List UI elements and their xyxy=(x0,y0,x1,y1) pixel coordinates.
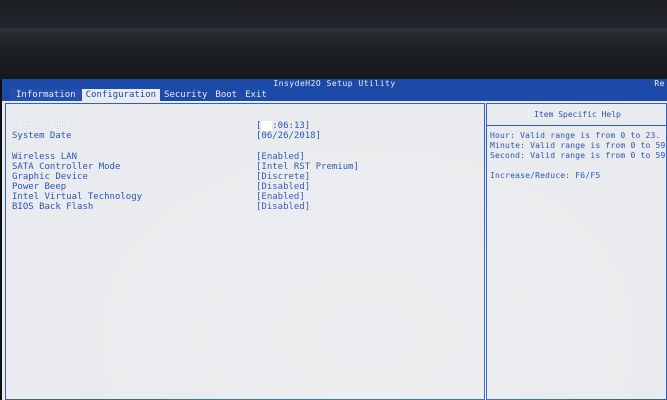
system-date-label[interactable]: System Date xyxy=(12,131,72,141)
graphic-device-label[interactable]: Graphic Device xyxy=(12,172,88,182)
help-hint: Increase/Reduce: F6/F5 xyxy=(490,171,601,180)
intel-vt-value[interactable]: [Enabled] xyxy=(256,192,305,202)
system-date-value[interactable]: [06/26/2018] xyxy=(256,131,321,141)
system-time-hour-cursor[interactable]: 22 xyxy=(261,121,273,131)
help-hour-range: Hour: Valid range is from 0 to 23. xyxy=(490,131,661,140)
tab-exit[interactable]: Exit xyxy=(241,89,271,101)
window-title: InsydeH2O Setup Utility xyxy=(273,79,396,88)
bezel-reflection xyxy=(0,28,667,44)
intel-vt-label[interactable]: Intel Virtual Technology xyxy=(12,192,142,202)
system-time-rest: :06:13] xyxy=(272,121,311,131)
monitor-bezel xyxy=(0,0,667,80)
sata-mode-label[interactable]: SATA Controller Mode xyxy=(12,162,120,172)
help-divider xyxy=(487,125,667,126)
power-beep-value[interactable]: [Disabled] xyxy=(256,182,310,192)
help-panel: Item Specific Help Hour: Valid range is … xyxy=(486,103,667,400)
help-second-range: Second: Valid range is from 0 to 59 xyxy=(490,151,666,160)
sata-mode-value[interactable]: [Intel RST Premium] xyxy=(256,162,359,172)
tab-boot[interactable]: Boot xyxy=(211,89,241,101)
bios-back-flash-value[interactable]: [Disabled] xyxy=(256,202,310,212)
title-bar: InsydeH2O Setup Utility Re xyxy=(2,79,667,89)
bios-back-flash-label[interactable]: BIOS Back Flash xyxy=(12,202,93,212)
help-minute-range: Minute: Valid range is from 0 to 59 xyxy=(490,141,666,150)
help-title: Item Specific Help xyxy=(534,110,621,119)
graphic-device-value[interactable]: [Discrete] xyxy=(256,172,310,182)
menu-bar: Information Configuration Security Boot … xyxy=(2,89,667,101)
wireless-lan-label[interactable]: Wireless LAN xyxy=(12,152,77,162)
settings-panel: System Time [22:06:13] System Date [06/2… xyxy=(5,103,485,400)
tab-security[interactable]: Security xyxy=(160,89,211,101)
power-beep-label[interactable]: Power Beep xyxy=(12,182,66,192)
system-time-label[interactable]: System Time xyxy=(12,121,72,131)
tab-information[interactable]: Information xyxy=(10,89,82,101)
title-corner-text: Re xyxy=(654,79,665,88)
system-time-value[interactable]: [22:06:13] xyxy=(256,121,310,131)
wireless-lan-value[interactable]: [Enabled] xyxy=(256,152,305,162)
tab-configuration[interactable]: Configuration xyxy=(81,89,161,101)
bios-screen: InsydeH2O Setup Utility Re Information C… xyxy=(2,79,667,400)
